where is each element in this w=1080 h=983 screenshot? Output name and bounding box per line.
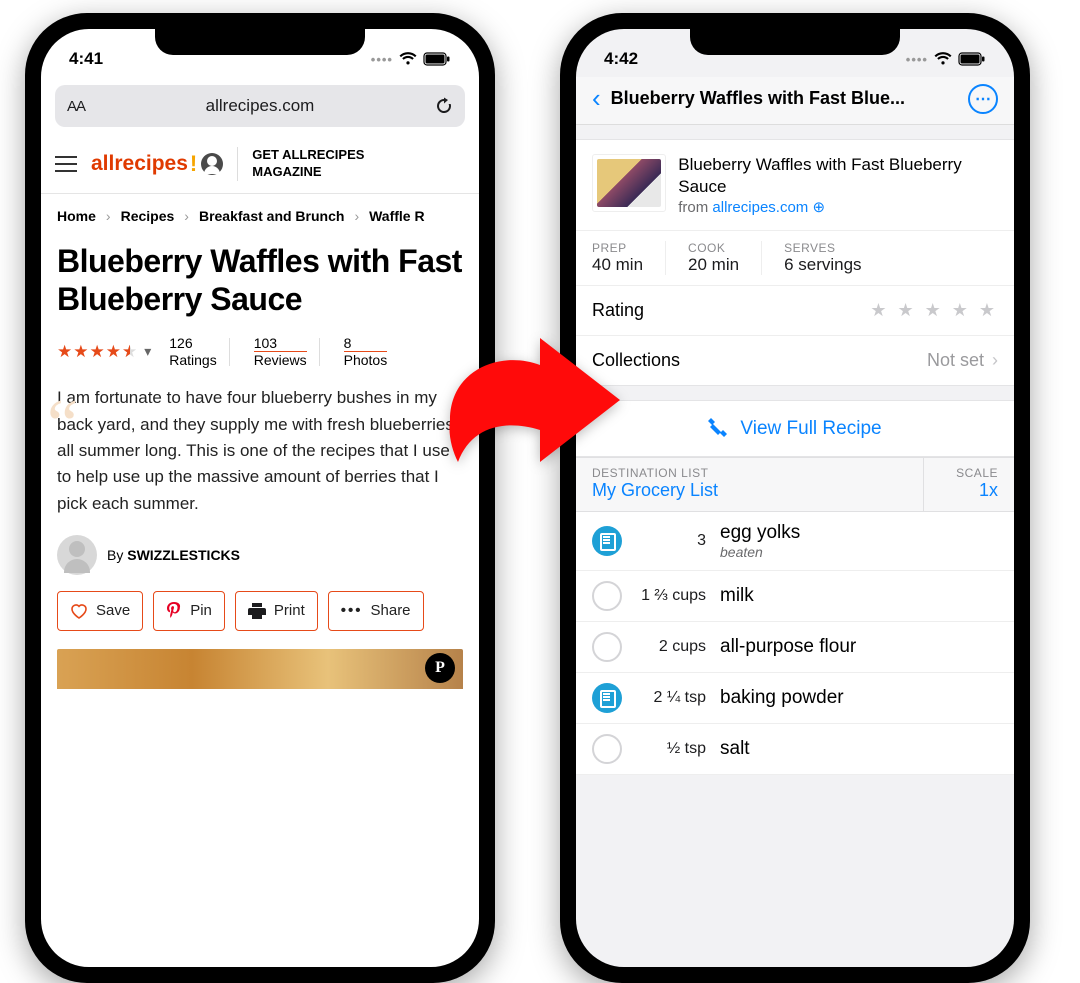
url-text[interactable]: allrecipes.com — [95, 96, 425, 116]
photos-link[interactable]: 8Photos — [344, 335, 388, 370]
star-rating-empty[interactable]: ★ ★ ★ ★ ★ — [870, 300, 998, 321]
ingredient-checkbox[interactable] — [592, 526, 622, 556]
save-button[interactable]: Save — [57, 591, 143, 631]
breadcrumb-item[interactable]: Breakfast and Brunch — [199, 208, 344, 224]
view-full-recipe-button[interactable]: View Full Recipe — [576, 400, 1014, 457]
reload-icon[interactable] — [435, 97, 453, 115]
phone-right: 4:42 •••• ‹ Blueberry Waffles with Fast … — [560, 13, 1030, 983]
wifi-icon — [934, 52, 952, 66]
pinterest-badge[interactable]: P — [425, 653, 455, 683]
breadcrumb: Home› Recipes› Breakfast and Brunch› Waf… — [41, 194, 479, 238]
ingredient-checkbox[interactable] — [592, 734, 622, 764]
screen-browser: 4:41 •••• AA allrecipes.com allrecipes! — [41, 29, 479, 967]
ingredient-checkbox[interactable] — [592, 581, 622, 611]
ingredient-name: milk — [720, 585, 754, 607]
recipe-stats: PREP40 min COOK20 min SERVES6 servings — [576, 230, 1014, 285]
source-link[interactable]: allrecipes.com — [712, 199, 808, 216]
pinterest-icon — [166, 602, 182, 620]
status-time: 4:42 — [604, 49, 638, 69]
status-icons: •••• — [906, 52, 986, 67]
recipe-thumbnail[interactable] — [592, 154, 666, 212]
menu-icon[interactable] — [55, 151, 77, 177]
star-rating[interactable]: ★★★★★★ — [57, 342, 138, 362]
breadcrumb-item[interactable]: Home — [57, 208, 96, 224]
site-header: allrecipes! GET ALLRECIPES MAGAZINE — [41, 135, 479, 194]
more-menu-icon[interactable]: ⋯ — [968, 84, 998, 114]
user-icon[interactable] — [201, 153, 223, 175]
phone-notch — [155, 27, 365, 55]
quote-icon: “ — [47, 371, 78, 480]
rating-row[interactable]: Rating ★ ★ ★ ★ ★ — [576, 285, 1014, 335]
back-icon[interactable]: ‹ — [592, 83, 601, 114]
recipe-meta: ★★★★★★ ▾ 126Ratings 103Reviews 8Photos — [41, 331, 479, 380]
chevron-right-icon: › — [992, 350, 998, 370]
ingredient-quantity: 3 — [636, 532, 706, 550]
ingredient-quantity: 2 cups — [636, 638, 706, 656]
status-time: 4:41 — [69, 49, 103, 69]
ingredient-row[interactable]: 2 cups all-purpose flour — [576, 622, 1014, 673]
pin-button[interactable]: Pin — [153, 591, 225, 631]
author-name[interactable]: SWIZZLESTICKS — [127, 547, 240, 563]
brand-logo[interactable]: allrecipes! — [91, 151, 223, 177]
author-row: By SWIZZLESTICKS — [41, 531, 479, 589]
breadcrumb-item[interactable]: Recipes — [121, 208, 175, 224]
battery-icon — [423, 52, 451, 66]
phone-left: 4:41 •••• AA allrecipes.com allrecipes! — [25, 13, 495, 983]
chevron-down-icon[interactable]: ▾ — [144, 343, 151, 360]
recipe-source: from allrecipes.com ⊕ — [678, 198, 998, 216]
ingredient-name: salt — [720, 738, 750, 760]
external-link-icon[interactable]: ⊕ — [812, 199, 825, 216]
print-button[interactable]: Print — [235, 591, 318, 631]
print-icon — [248, 603, 266, 619]
ingredient-name: all-purpose flour — [720, 636, 856, 658]
magazine-link[interactable]: GET ALLRECIPES MAGAZINE — [237, 147, 364, 181]
ingredient-list: 3 egg yolksbeaten 1 ⅔ cups milk 2 cups all-pu… — [576, 512, 1014, 775]
collections-row[interactable]: Collections Not set› — [576, 335, 1014, 385]
recipe-summary: Blueberry Waffles with Fast Blueberry Sa… — [576, 140, 1014, 230]
phone-notch — [690, 27, 900, 55]
text-size-icon[interactable]: AA — [67, 98, 85, 115]
ingredient-checkbox[interactable] — [592, 632, 622, 662]
breadcrumb-item[interactable]: Waffle R — [369, 208, 424, 224]
browser-url-bar[interactable]: AA allrecipes.com — [55, 85, 465, 127]
list-header: DESTINATION LIST My Grocery List SCALE 1… — [576, 457, 1014, 512]
ingredient-row[interactable]: 3 egg yolksbeaten — [576, 512, 1014, 571]
ingredient-quantity: 1 ⅔ cups — [636, 587, 706, 605]
nav-title: Blueberry Waffles with Fast Blue... — [611, 88, 958, 109]
app-header: ‹ Blueberry Waffles with Fast Blue... ⋯ — [576, 77, 1014, 125]
avatar[interactable] — [57, 535, 97, 575]
transition-arrow-icon — [430, 330, 630, 500]
ingredient-quantity: 2 ¼ tsp — [636, 689, 706, 707]
status-icons: •••• — [371, 52, 451, 67]
recipe-hero-image: P — [57, 649, 463, 689]
ingredient-row[interactable]: ½ tsp salt — [576, 724, 1014, 775]
more-icon: ••• — [341, 602, 363, 619]
recipe-title: Blueberry Waffles with Fast Blueberry Sa… — [678, 154, 998, 198]
ingredient-row[interactable]: 2 ¼ tsp baking powder — [576, 673, 1014, 724]
battery-icon — [958, 52, 986, 66]
utensils-icon — [708, 417, 730, 437]
page-title: Blueberry Waffles with Fast Blueberry Sa… — [41, 238, 479, 331]
recipe-description: “ I am fortunate to have four blueberry … — [41, 379, 479, 531]
ingredient-quantity: ½ tsp — [636, 740, 706, 758]
scale-picker[interactable]: SCALE 1x — [924, 458, 1014, 511]
wifi-icon — [399, 52, 417, 66]
heart-icon — [70, 603, 88, 619]
ingredient-name: egg yolksbeaten — [720, 522, 800, 560]
ingredient-row[interactable]: 1 ⅔ cups milk — [576, 571, 1014, 622]
share-button[interactable]: ••• Share — [328, 591, 424, 631]
reviews-link[interactable]: 103Reviews — [254, 335, 307, 370]
ingredient-checkbox[interactable] — [592, 683, 622, 713]
ingredient-name: baking powder — [720, 687, 844, 709]
action-bar: Save Pin Print ••• Share — [41, 589, 479, 643]
screen-app: 4:42 •••• ‹ Blueberry Waffles with Fast … — [576, 29, 1014, 967]
